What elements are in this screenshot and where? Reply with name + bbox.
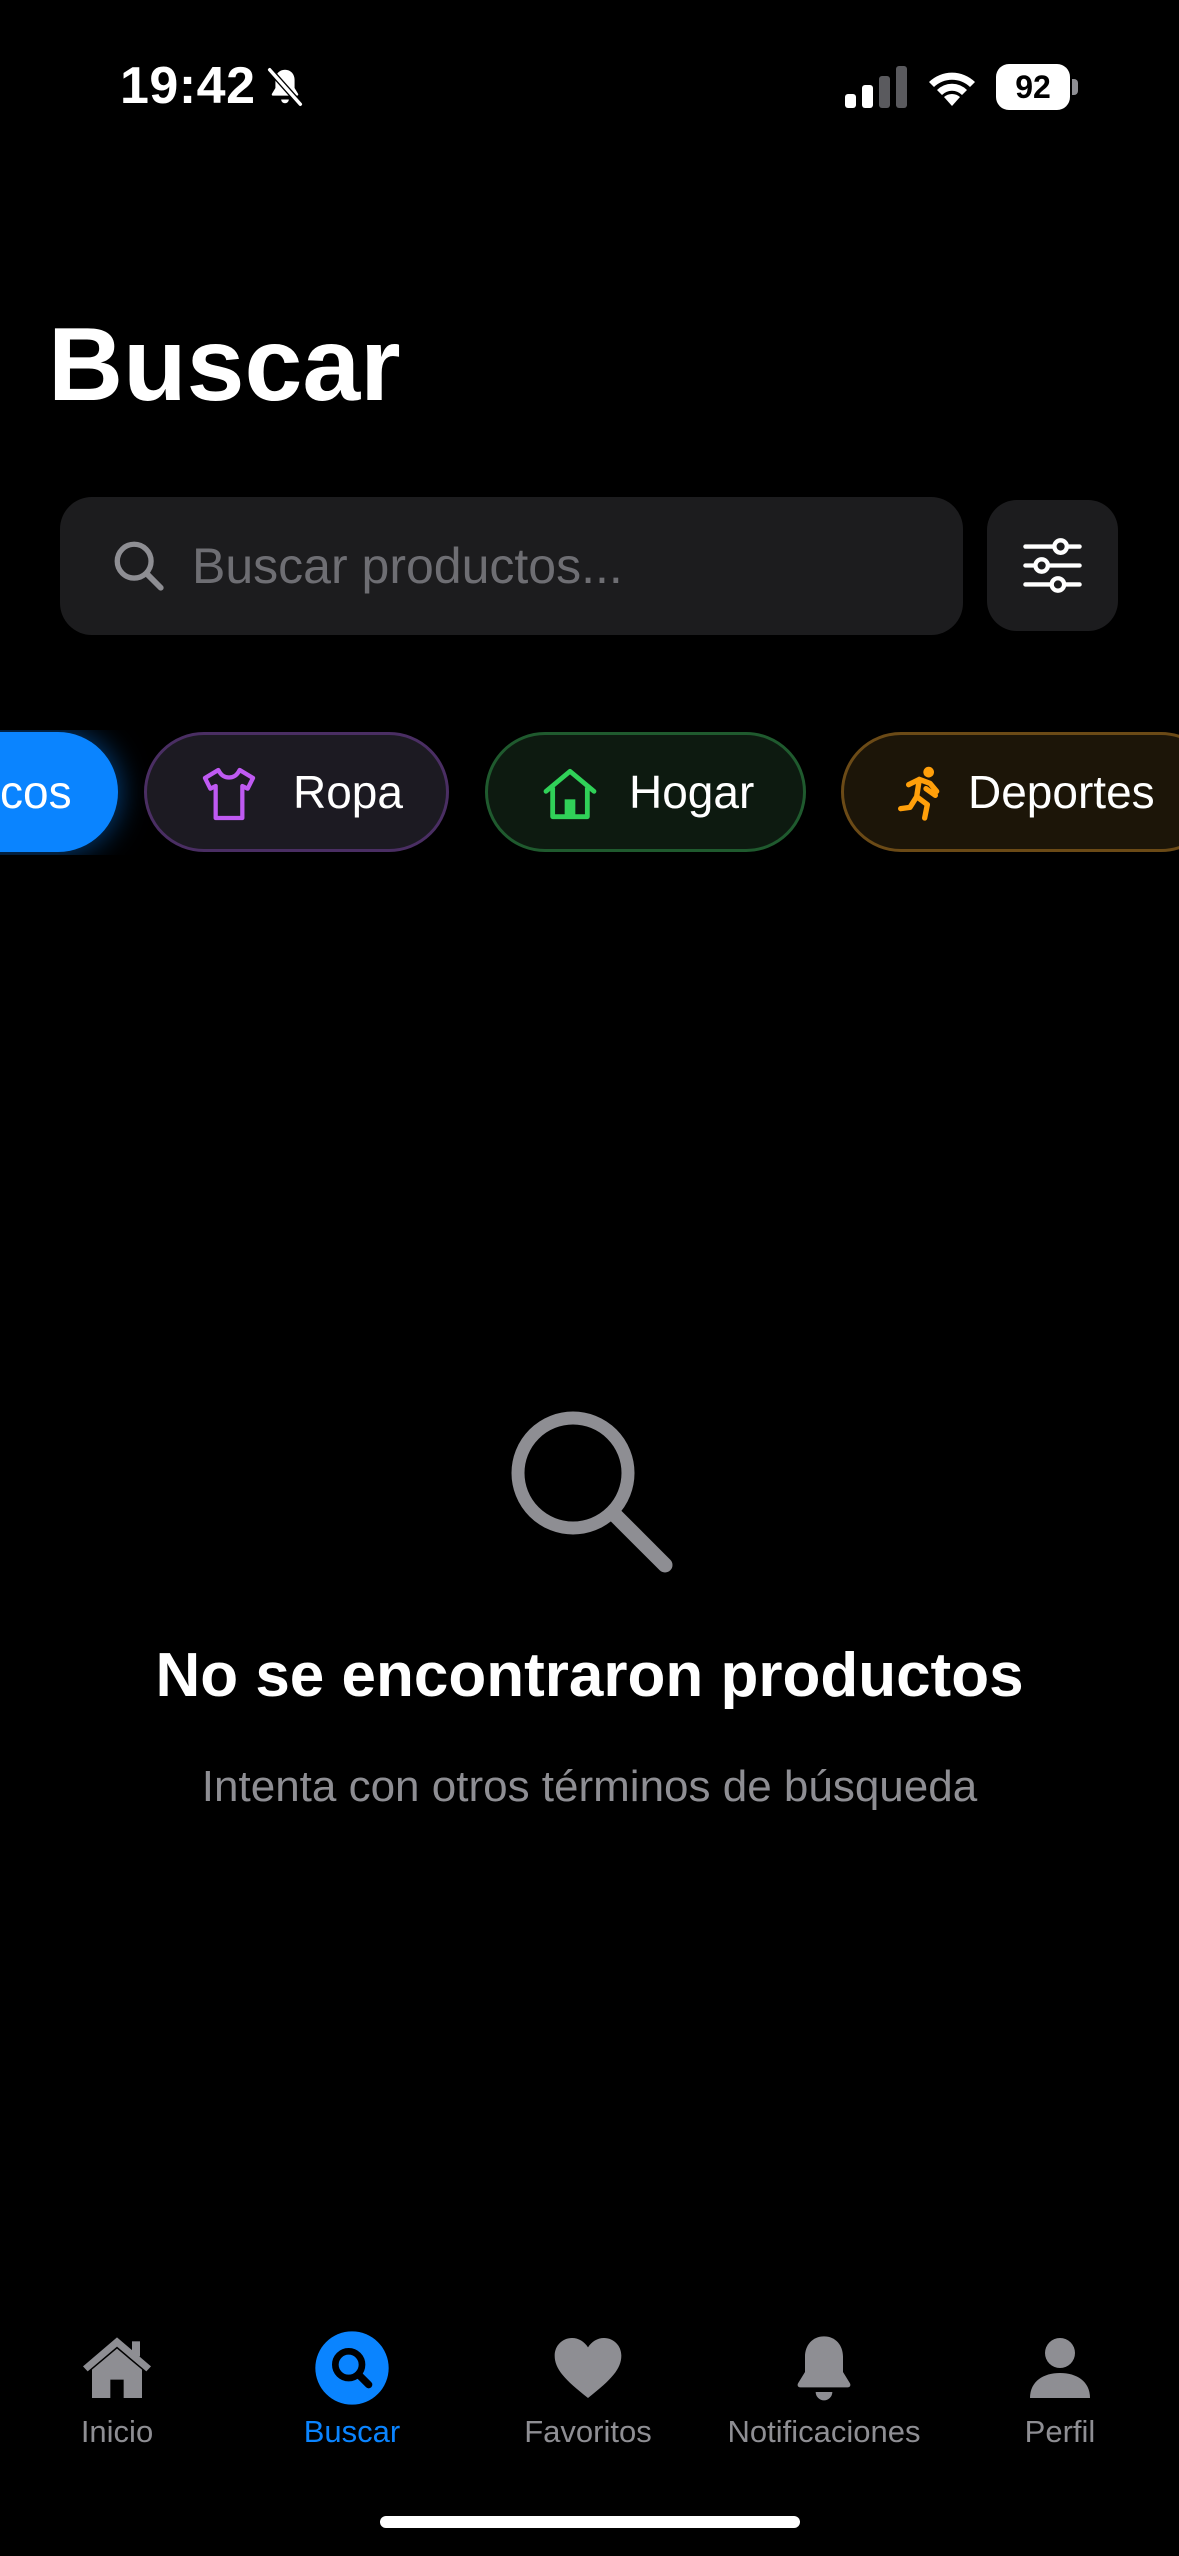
tab-label: Notificaciones [727, 2414, 921, 2449]
chip-ropa[interactable]: Ropa [144, 732, 449, 852]
heart-icon [554, 2338, 622, 2398]
person-icon [1030, 2338, 1090, 2398]
chip-label: Hogar [629, 766, 755, 818]
bell-slash-icon [267, 67, 303, 107]
magnifying-glass-icon [114, 541, 164, 591]
home-indicator[interactable] [380, 2516, 800, 2528]
empty-state-title: No se encontraron productos [155, 1641, 1024, 1710]
status-bar: 19:42 92 [0, 0, 1179, 170]
tab-perfil[interactable]: Perfil [942, 2328, 1178, 2478]
search-icon [315, 2331, 389, 2405]
chip-label: Deportes [968, 766, 1155, 818]
tab-label: Buscar [303, 2414, 401, 2449]
chip-electronics-selected[interactable]: cos [0, 732, 118, 852]
house-icon [543, 768, 597, 820]
battery-cap [1072, 79, 1078, 95]
battery-indicator: 92 [996, 64, 1078, 110]
tab-notificaciones[interactable]: Notificaciones [706, 2328, 942, 2478]
magnifying-glass-icon [511, 1411, 673, 1573]
tab-label: Perfil [1024, 2414, 1096, 2449]
tab-label: Inicio [80, 2414, 154, 2449]
tab-label: Favoritos [524, 2414, 652, 2449]
category-chips: cos Ropa Hogar Deportes [0, 730, 1179, 855]
filter-button[interactable] [987, 500, 1118, 631]
sliders-icon [1023, 538, 1082, 593]
tab-favoritos[interactable]: Favoritos [470, 2328, 706, 2478]
house-icon [83, 2337, 151, 2398]
chip-label: cos [0, 766, 72, 818]
chip-label: Ropa [293, 766, 403, 818]
search-input[interactable] [192, 526, 932, 606]
tshirt-icon [202, 767, 256, 821]
search-bar[interactable] [60, 497, 963, 635]
cellular-signal-icon [845, 66, 907, 108]
wifi-icon [929, 72, 975, 106]
tab-buscar[interactable]: Buscar [234, 2328, 470, 2478]
empty-state-subtitle: Intenta con otros términos de búsqueda [201, 1762, 978, 1811]
chip-hogar[interactable]: Hogar [485, 732, 806, 852]
bell-icon [797, 2336, 851, 2401]
running-icon [898, 766, 940, 821]
page-title: Buscar [48, 307, 401, 423]
chip-deportes[interactable]: Deportes [841, 732, 1179, 852]
tab-inicio[interactable]: Inicio [0, 2328, 235, 2478]
status-time: 19:42 [120, 57, 256, 115]
battery-level: 92 [996, 64, 1070, 110]
